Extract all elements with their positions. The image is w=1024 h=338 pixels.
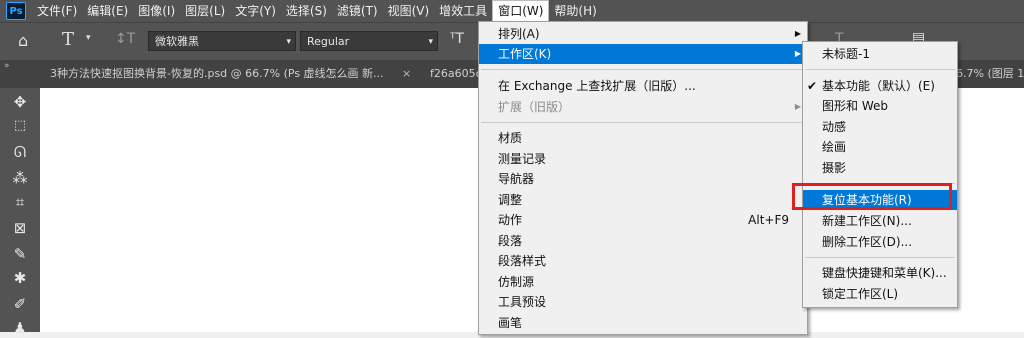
workspace-submenu: 未标题-1 ✔ 基本功能（默认）(E) 图形和 Web 动感 绘画 摄影 复位基本… — [802, 41, 958, 308]
tab-document-3[interactable]: 6.7% (图层 1 — [956, 60, 1024, 88]
close-icon[interactable]: × — [402, 60, 414, 88]
menu-item-lock-workspace[interactable]: 锁定工作区(L) — [803, 284, 957, 304]
tab-document-2[interactable]: f26a605c — [430, 60, 480, 88]
menu-item-graphic-web[interactable]: 图形和 Web — [803, 96, 957, 116]
menu-item-paragraph[interactable]: 段落 — [479, 231, 807, 251]
photoshop-logo-icon[interactable]: Ps — [6, 2, 26, 20]
menu-separator — [481, 122, 805, 123]
shortcut-label: Alt+F9 — [748, 213, 789, 227]
menu-file[interactable]: 文件(F) — [32, 0, 82, 22]
menu-item-actions[interactable]: 动作 Alt+F9 — [479, 210, 807, 230]
lasso-tool-icon[interactable]: ᘏ — [10, 142, 30, 162]
menu-item-painting[interactable]: 绘画 — [803, 137, 957, 157]
menu-item-new-workspace[interactable]: 新建工作区(N)... — [803, 211, 957, 231]
menu-plugins[interactable]: 增效工具 — [434, 0, 492, 22]
menu-image[interactable]: 图像(I) — [133, 0, 180, 22]
menu-filter[interactable]: 滤镜(T) — [332, 0, 383, 22]
menu-help[interactable]: 帮助(H) — [549, 0, 601, 22]
menu-item-delete-workspace[interactable]: 删除工作区(D)... — [803, 232, 957, 252]
menu-separator — [805, 69, 955, 70]
menu-item-essentials[interactable]: ✔ 基本功能（默认）(E) — [803, 76, 957, 96]
tools-panel: ✥ ⬚ ᘏ ⁂ ⌗ ⊠ ✎ ✱ ✐ ♟ — [0, 88, 40, 337]
expand-toolbar-icon[interactable]: » — [4, 60, 34, 88]
crop-tool-icon[interactable]: ⌗ — [10, 192, 30, 212]
menu-separator — [805, 257, 955, 258]
quick-select-tool-icon[interactable]: ⁂ — [10, 168, 30, 188]
menu-type[interactable]: 文字(Y) — [230, 0, 281, 22]
font-size-icon[interactable]: ᵀT — [450, 31, 464, 47]
checkmark-icon: ✔ — [807, 79, 818, 93]
menu-item-materials[interactable]: 材质 — [479, 128, 807, 148]
tab-document-1[interactable]: 3种方法快速抠图换背景-恢复的.psd @ 66.7% (Ps 虚线怎么画 新.… — [50, 60, 395, 88]
annotation-highlight-box — [792, 183, 952, 210]
menu-item-tool-presets[interactable]: 工具预设 — [479, 292, 807, 312]
chevron-right-icon: ▶ — [794, 49, 801, 58]
menu-item-keyboard-shortcuts[interactable]: 键盘快捷键和菜单(K)... — [803, 263, 957, 283]
menu-item-adjustments[interactable]: 调整 — [479, 190, 807, 210]
menu-layer[interactable]: 图层(L) — [180, 0, 230, 22]
font-family-value: 微软雅黑 — [155, 35, 199, 48]
stamp-tool-icon[interactable]: ♟ — [10, 318, 30, 338]
menu-item-untitled-workspace[interactable]: 未标题-1 — [803, 44, 957, 64]
menu-window[interactable]: 窗口(W) — [492, 0, 550, 22]
menu-edit[interactable]: 编辑(E) — [82, 0, 133, 22]
menu-item-paragraph-styles[interactable]: 段落样式 — [479, 251, 807, 271]
menu-item-measurement-log[interactable]: 测量记录 — [479, 149, 807, 169]
font-style-value: Regular — [307, 35, 350, 48]
chevron-down-icon: ▾ — [428, 37, 433, 47]
menu-item-clone-source[interactable]: 仿制源 — [479, 272, 807, 292]
menu-item-extensions[interactable]: 扩展（旧版） ▶ — [479, 97, 807, 117]
chevron-right-icon: ▶ — [794, 29, 801, 38]
window-menu: 排列(A) ▶ 工作区(K) ▶ 在 Exchange 上查找扩展（旧版）... 扩… — [478, 21, 808, 335]
menu-select[interactable]: 选择(S) — [281, 0, 332, 22]
menu-item-motion[interactable]: 动感 — [803, 117, 957, 137]
font-style-select[interactable]: Regular ▾ — [300, 31, 438, 51]
chevron-down-icon: ▾ — [286, 37, 291, 47]
move-tool-icon[interactable]: ✥ — [10, 92, 30, 112]
chevron-right-icon: ▶ — [794, 102, 801, 111]
home-icon[interactable]: ⌂ — [18, 31, 28, 50]
menu-item-arrange[interactable]: 排列(A) ▶ — [479, 24, 807, 44]
text-orientation-icon[interactable]: ↕T — [115, 31, 135, 47]
chevron-down-icon[interactable]: ▾ — [86, 33, 91, 43]
brush-tool-icon[interactable]: ✐ — [10, 294, 30, 314]
healing-brush-tool-icon[interactable]: ✱ — [10, 268, 30, 288]
menu-bar: Ps 文件(F) 编辑(E) 图像(I) 图层(L) 文字(Y) 选择(S) 滤… — [0, 0, 1024, 22]
menu-separator — [481, 69, 805, 70]
font-family-select[interactable]: 微软雅黑 ▾ — [148, 31, 296, 51]
eyedropper-tool-icon[interactable]: ✎ — [10, 244, 30, 264]
marquee-tool-icon[interactable]: ⬚ — [10, 116, 30, 136]
menu-view[interactable]: 视图(V) — [383, 0, 435, 22]
menu-item-navigator[interactable]: 导航器 — [479, 169, 807, 189]
frame-tool-icon[interactable]: ⊠ — [10, 218, 30, 238]
text-tool-icon[interactable]: T — [62, 29, 74, 50]
menu-item-photography[interactable]: 摄影 — [803, 158, 957, 178]
menu-item-brushes[interactable]: 画笔 — [479, 313, 807, 333]
menu-item-find-extensions[interactable]: 在 Exchange 上查找扩展（旧版）... — [479, 76, 807, 96]
menu-item-workspace[interactable]: 工作区(K) ▶ — [479, 44, 807, 64]
